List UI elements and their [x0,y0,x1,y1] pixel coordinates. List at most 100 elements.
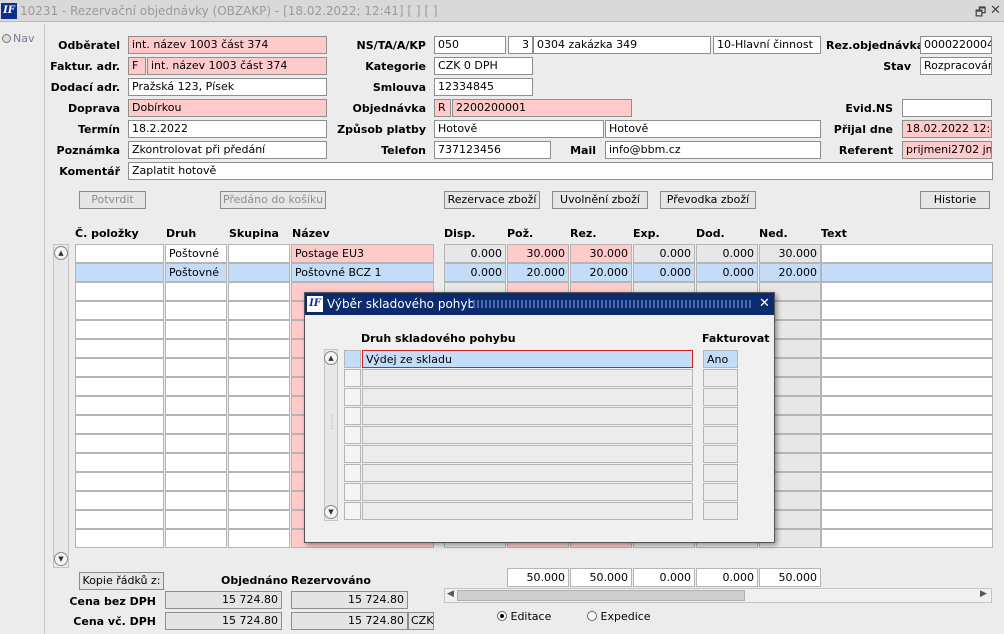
dlg-row-selector[interactable] [344,407,361,425]
grid-empty-cell[interactable] [75,358,164,377]
grid-cell-rez[interactable]: 20.000 [570,263,632,282]
stav-field[interactable]: Rozpracován [920,57,992,75]
uvolneni-zbozi-button[interactable]: Uvolnění zboží [552,191,648,209]
grid-empty-cell[interactable] [228,415,290,434]
poznamka-field[interactable]: Zkontrolovat při předání [128,141,327,159]
grid-cell-nazev[interactable]: Poštovné BCZ 1 [291,263,434,282]
grid-cell-rez[interactable]: 30.000 [570,244,632,263]
dlg-empty-cell[interactable] [362,388,693,406]
dlg-empty-cell[interactable] [362,407,693,425]
grid-empty-cell[interactable] [228,491,290,510]
zpusob-platby-field[interactable]: Hotově [605,120,821,138]
grid-cell-skupina[interactable] [228,244,290,263]
ns-field[interactable]: 050 [434,36,506,54]
grid-cell-c_polozky[interactable] [75,263,164,282]
grid-empty-cell[interactable] [165,472,227,491]
dlg-empty-cell[interactable] [703,445,738,463]
grid-cell-text[interactable] [821,244,993,263]
dlg-empty-cell[interactable] [362,426,693,444]
grid-cell-druh[interactable]: Poštovné [165,244,227,263]
grid-cell-exp[interactable]: 0.000 [633,244,695,263]
dlg-empty-cell[interactable] [703,502,738,520]
grid-empty-cell[interactable] [75,282,164,301]
grid-horizontal-scrollbar[interactable]: ◀ ▶ [444,588,992,603]
prevodka-zbozi-button[interactable]: Převodka zboží [660,191,756,209]
grid-empty-cell[interactable] [228,510,290,529]
objednavka-flag-field[interactable]: R [434,99,451,117]
dlg-row-selector[interactable] [344,388,361,406]
grid-empty-cell[interactable] [165,377,227,396]
grid-cell-nazev[interactable]: Postage EU3 [291,244,434,263]
grid-empty-cell[interactable] [821,320,993,339]
evid-ns-field[interactable] [902,99,992,117]
grid-empty-cell[interactable] [228,529,290,548]
rezervace-zbozi-button[interactable]: Rezervace zboží [444,191,540,209]
dialog-close-icon[interactable]: ✕ [759,296,770,311]
predano-do-kosiku-button[interactable]: Předáno do košíku [220,191,326,209]
dlg-empty-cell[interactable] [703,369,738,387]
grid-empty-cell[interactable] [75,320,164,339]
grid-cell-skupina[interactable] [228,263,290,282]
dlg-row-selector[interactable] [344,426,361,444]
restore-icon[interactable]: 🗗 [975,3,986,24]
dlg-empty-cell[interactable] [703,483,738,501]
dlg-empty-cell[interactable] [703,388,738,406]
editace-radio[interactable]: Editace [497,610,551,623]
grid-empty-cell[interactable] [228,282,290,301]
grid-empty-cell[interactable] [75,491,164,510]
grid-empty-cell[interactable] [821,358,993,377]
dlg-empty-cell[interactable] [362,445,693,463]
grid-cell-c_polozky[interactable] [75,244,164,263]
grid-cell-poz[interactable]: 30.000 [507,244,569,263]
dlg-empty-cell[interactable] [362,502,693,520]
grid-empty-cell[interactable] [75,472,164,491]
dodaci-adr-field[interactable]: Pražská 123, Písek [128,78,327,96]
prijal-dne-field[interactable]: 18.02.2022 12:47 [902,120,992,138]
dlg-empty-cell[interactable] [362,369,693,387]
nav-toggle[interactable]: Nav [2,32,34,45]
grid-cell-dod[interactable]: 0.000 [696,244,758,263]
scroll-up-icon[interactable]: ▲ [54,246,68,260]
scroll-down-icon[interactable]: ▼ [54,552,68,566]
expedice-radio[interactable]: Expedice [587,610,651,623]
dlg-empty-cell[interactable] [703,426,738,444]
grid-empty-cell[interactable] [821,282,993,301]
grid-empty-cell[interactable] [821,491,993,510]
kp-field[interactable]: 10-Hlavní činnost [713,36,821,54]
grid-empty-cell[interactable] [165,301,227,320]
dlg-cell-fakturovat[interactable]: Ano [703,350,738,368]
referent-field[interactable]: prijmeni2702 jmen [902,141,992,159]
dlg-cell-druh[interactable]: Výdej ze skladu [362,350,693,368]
zpusob-platby-code-field[interactable]: Hotově [434,120,604,138]
grid-vertical-scrollbar[interactable]: ▲ ▼ [53,244,69,568]
grid-empty-cell[interactable] [821,377,993,396]
grid-cell-ned[interactable]: 20.000 [759,263,821,282]
objednavka-field[interactable]: 2200200001 [452,99,632,117]
dlg-scroll-down-icon[interactable]: ▼ [324,505,338,519]
dlg-row-selector[interactable] [344,483,361,501]
scroll-right-icon[interactable]: ▶ [980,589,987,599]
grid-empty-cell[interactable] [228,434,290,453]
faktur-flag-field[interactable]: F [128,57,146,75]
grid-empty-cell[interactable] [165,529,227,548]
grid-empty-cell[interactable] [75,396,164,415]
termin-field[interactable]: 18.2.2022 [128,120,327,138]
mail-field[interactable]: info@bbm.cz [605,141,821,159]
grid-empty-cell[interactable] [165,358,227,377]
ta-field[interactable]: 3 [508,36,533,54]
grid-empty-cell[interactable] [821,339,993,358]
grid-empty-cell[interactable] [228,472,290,491]
grid-empty-cell[interactable] [228,320,290,339]
komentar-field[interactable]: Zaplatit hotově [128,162,993,180]
dlg-scroll-up-icon[interactable]: ▲ [324,351,338,365]
close-icon[interactable]: ✕ [990,3,1001,18]
grid-empty-cell[interactable] [165,453,227,472]
dlg-row-selector[interactable] [344,445,361,463]
grid-cell-druh[interactable]: Poštovné [165,263,227,282]
grid-empty-cell[interactable] [228,339,290,358]
zakazka-field[interactable]: 0304 zakázka 349 [533,36,711,54]
smlouva-field[interactable]: 12334845 [434,78,533,96]
dialog-vertical-scrollbar[interactable]: ▲ ⋮ ⋮ ▼ [324,349,338,521]
grid-empty-cell[interactable] [165,396,227,415]
odberatel-field[interactable]: int. název 1003 část 374 [128,36,327,54]
